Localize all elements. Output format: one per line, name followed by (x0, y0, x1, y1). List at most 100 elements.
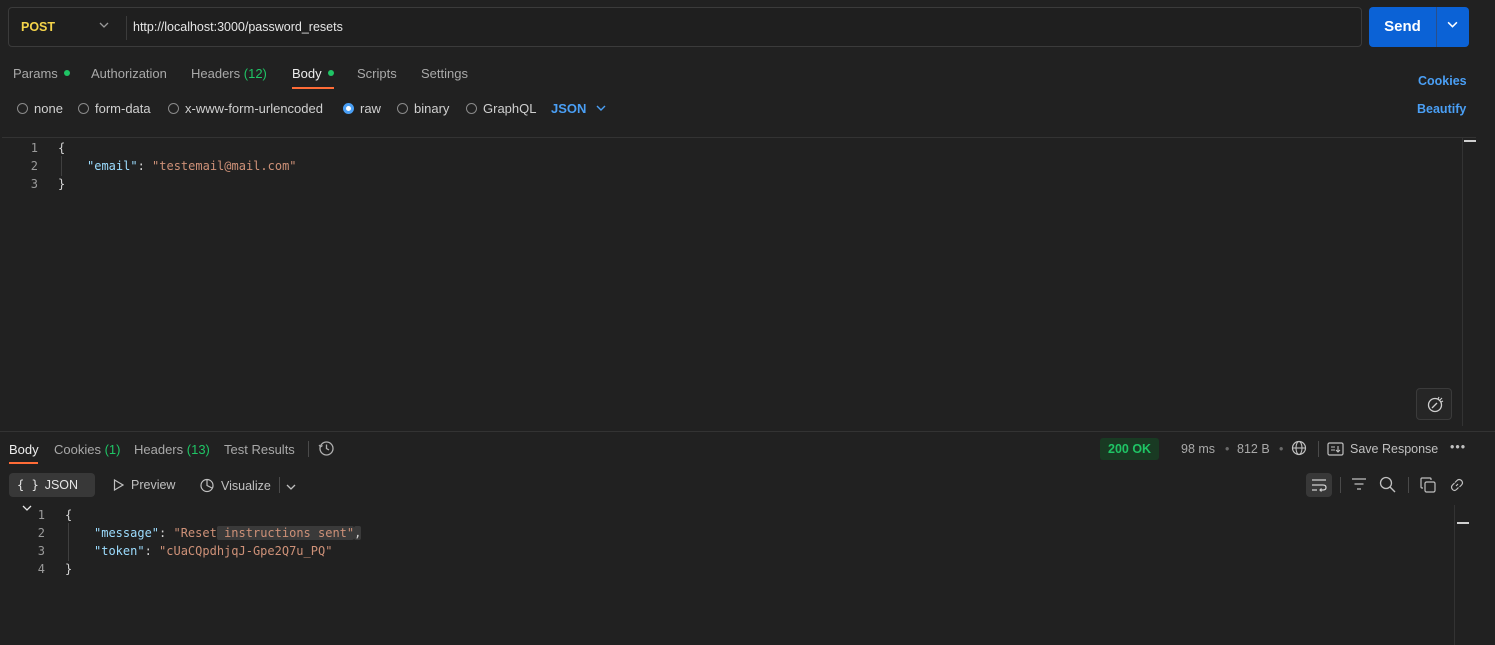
response-scrollbar[interactable] (1454, 505, 1455, 645)
response-format-select[interactable]: { } JSON (9, 473, 95, 511)
url-input[interactable]: http://localhost:3000/password_resets (133, 20, 343, 34)
search-highlight: instructions sent" (216, 526, 355, 540)
json-value: "Reset (173, 526, 217, 540)
radio-circle[interactable] (78, 103, 89, 114)
send-options-chevron-icon[interactable] (1447, 19, 1458, 33)
tab-headers[interactable]: Headers (12) (191, 66, 267, 81)
divider (1436, 7, 1437, 47)
preview-button[interactable]: Preview (113, 478, 175, 492)
request-body-editor[interactable] (2, 137, 1476, 426)
chevron-down-icon[interactable] (99, 20, 109, 33)
line-number: 2 (37, 526, 45, 540)
radio-urlencoded[interactable]: x-www-form-urlencoded (168, 101, 323, 116)
play-icon (113, 478, 125, 492)
code-line: } (65, 562, 73, 576)
beautify-link[interactable]: Beautify (1417, 102, 1466, 116)
code-line: "token": "cUaCQpdhjqJ-Gpe2Q7u_PQ" (94, 544, 333, 558)
response-tab-cookies[interactable]: Cookies (1) (54, 442, 120, 457)
body-indicator-dot (327, 70, 334, 76)
line-number: 1 (37, 508, 45, 522)
visualize-button[interactable]: Visualize (199, 478, 271, 493)
code-line: "email": "testemail@mail.com" (87, 159, 297, 173)
method-select[interactable]: POST (21, 20, 55, 34)
tab-authorization[interactable]: Authorization (91, 66, 167, 81)
chevron-down-icon[interactable] (286, 480, 296, 495)
radio-graphql[interactable]: GraphQL (466, 101, 536, 116)
magic-wand-icon (1427, 396, 1444, 413)
response-time: 98 ms (1181, 442, 1216, 456)
radio-circle[interactable] (168, 103, 179, 114)
tab-scripts[interactable]: Scripts (357, 66, 397, 81)
line-number: 2 (30, 159, 38, 173)
status-badge: 200 OK (1100, 438, 1160, 460)
params-indicator-dot (63, 70, 70, 76)
more-options-icon[interactable]: ••• (1450, 440, 1466, 454)
dot-separator: • (1225, 442, 1230, 456)
dot-separator: • (1279, 442, 1284, 456)
radio-binary[interactable]: binary (397, 101, 449, 116)
divider (1408, 477, 1409, 493)
tab-params[interactable]: Params (13, 66, 70, 81)
radio-raw[interactable]: raw (343, 101, 381, 116)
response-tab-test-results[interactable]: Test Results (224, 442, 295, 457)
cookies-link[interactable]: Cookies (1418, 74, 1467, 88)
response-size: 812 B (1237, 442, 1270, 456)
copy-icon[interactable] (1420, 477, 1436, 496)
radio-circle[interactable] (466, 103, 477, 114)
radio-circle-selected[interactable] (343, 103, 354, 114)
save-icon (1327, 442, 1344, 456)
headers-count: (12) (243, 66, 267, 81)
send-button[interactable]: Send (1369, 7, 1469, 47)
history-icon[interactable] (318, 440, 335, 460)
editor-scrollbar[interactable] (1462, 137, 1476, 426)
code-line: } (58, 177, 66, 191)
response-tab-headers[interactable]: Headers (13) (134, 442, 210, 457)
visualize-icon (200, 478, 214, 493)
radio-form-data[interactable]: form-data (78, 101, 151, 116)
send-label[interactable]: Send (1369, 18, 1436, 35)
url-bar: POST http://localhost:3000/password_rese… (8, 7, 1362, 47)
tab-settings[interactable]: Settings (421, 66, 468, 81)
scrollbar-marker (1464, 140, 1476, 142)
code-line: { (65, 508, 73, 522)
json-key: "email" (87, 159, 138, 173)
cookies-count: (1) (104, 442, 121, 457)
globe-icon[interactable] (1291, 440, 1307, 459)
active-tab-indicator (9, 462, 38, 464)
tab-body[interactable]: Body (292, 66, 334, 81)
indent-guide (68, 523, 69, 561)
code-line: "message": "Reset instructions sent", (94, 526, 362, 540)
link-icon[interactable] (1449, 477, 1465, 496)
ai-assist-button[interactable] (1416, 388, 1452, 420)
scrollbar-marker (1457, 522, 1469, 524)
json-key: "message" (94, 526, 160, 540)
indent-guide (61, 156, 62, 176)
chevron-down-icon (596, 105, 606, 111)
json-value: "cUaCQpdhjqJ-Gpe2Q7u_PQ" (159, 544, 333, 558)
divider (126, 16, 127, 40)
search-icon[interactable] (1379, 476, 1396, 496)
radio-none[interactable]: none (17, 101, 63, 116)
body-format-select[interactable]: JSON (551, 101, 606, 116)
divider (1340, 477, 1341, 493)
line-number: 1 (30, 141, 38, 155)
line-number: 3 (37, 544, 45, 558)
response-tab-body[interactable]: Body (9, 442, 39, 457)
line-number: 3 (30, 177, 38, 191)
json-key: "token" (94, 544, 145, 558)
divider (308, 441, 309, 457)
wrap-lines-icon (1312, 479, 1327, 492)
active-tab-indicator (292, 87, 334, 89)
wrap-lines-button[interactable] (1306, 473, 1332, 497)
response-headers-count: (13) (186, 442, 210, 457)
code-line: { (58, 141, 66, 155)
pane-divider[interactable] (0, 431, 1495, 432)
divider (1318, 441, 1319, 457)
save-response-button[interactable]: Save Response (1327, 442, 1438, 456)
radio-circle[interactable] (397, 103, 408, 114)
radio-circle[interactable] (17, 103, 28, 114)
divider (279, 477, 280, 493)
line-number: 4 (37, 562, 45, 576)
filter-icon[interactable] (1351, 477, 1367, 494)
json-value: "testemail@mail.com" (152, 159, 297, 173)
